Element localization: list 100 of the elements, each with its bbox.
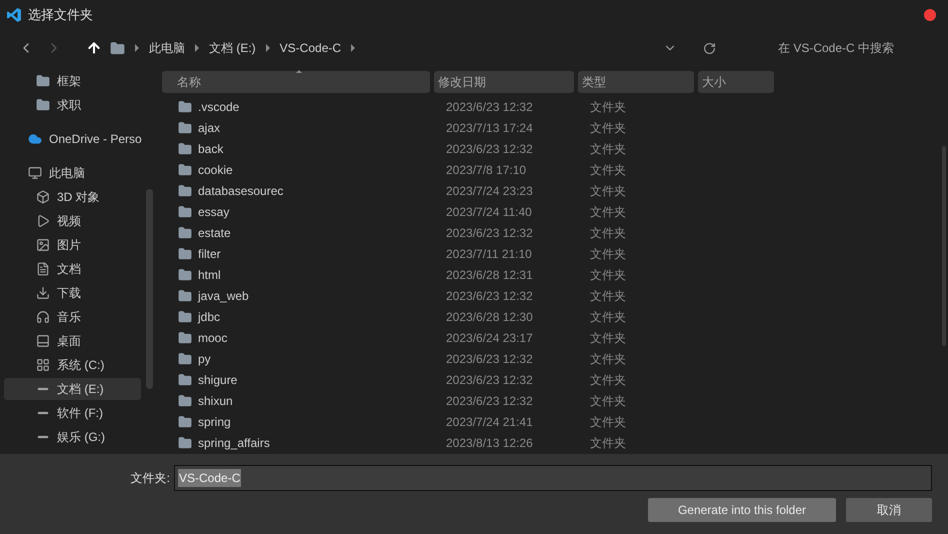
file-row[interactable]: databasesourec 2023/7/24 23:23 文件夹 (160, 180, 948, 201)
file-type: 文件夹 (590, 140, 626, 158)
folder-icon (178, 204, 192, 218)
file-name: essay (197, 204, 230, 220)
sidebar-item[interactable]: 图片 (4, 234, 141, 256)
sidebar-item[interactable]: 下载 (4, 282, 141, 304)
sidebar-item[interactable]: 软件 (F:) (4, 402, 141, 424)
file-type: 文件夹 (590, 182, 626, 200)
cloud-icon (28, 132, 42, 146)
column-header[interactable]: 类型 (578, 71, 694, 93)
search-field[interactable]: 在 VS-Code-C 中搜索 (778, 39, 948, 57)
sidebar-label: 视频 (57, 213, 81, 230)
scrollbar-thumb[interactable] (146, 189, 153, 389)
file-name: html (197, 266, 222, 284)
folder-icon (178, 372, 192, 386)
folder-icon (178, 100, 192, 114)
sidebar-item[interactable]: 文档 (E:) (4, 378, 141, 400)
file-type: 文件夹 (590, 246, 626, 262)
file-name: jdbc (196, 308, 222, 326)
sidebar-item[interactable]: 娱乐 (G:) (4, 426, 141, 448)
folder-icon (36, 74, 50, 88)
sidebar-label: 桌面 (57, 333, 81, 350)
file-row[interactable]: cookie 2023/7/8 17:10 文件夹 (160, 159, 948, 180)
file-name: back (197, 140, 224, 158)
sidebar-item[interactable]: 框架 (4, 70, 141, 92)
file-row[interactable]: java_web 2023/6/23 12:32 文件夹 (160, 285, 948, 306)
sidebar-label: 文档 (57, 261, 81, 278)
folder-input-field[interactable]: VS-Code-C (174, 465, 932, 491)
sidebar-item[interactable]: 文档 (4, 258, 141, 280)
file-row[interactable]: jdbc 2023/6/28 12:30 文件夹 (160, 306, 948, 327)
up-icon[interactable] (86, 40, 102, 56)
modified-date: 2023/6/23 12:32 (446, 224, 534, 242)
close-button[interactable] (924, 9, 936, 21)
sidebar-label: OneDrive - Perso (49, 131, 142, 148)
sidebar-item[interactable]: 此电脑 (4, 162, 141, 184)
image-icon (36, 238, 50, 252)
column-header[interactable]: 大小 (698, 71, 774, 93)
modified-date: 2023/6/23 12:32 (446, 392, 534, 410)
modified-date: 2023/7/24 23:23 (446, 182, 534, 200)
file-row[interactable]: spring_affairs 2023/8/13 12:26 文件夹 (160, 432, 948, 453)
sidebar-item[interactable]: 音乐 (4, 306, 141, 328)
sidebar-item[interactable]: OneDrive - Perso (4, 128, 141, 150)
file-name: shixun (197, 392, 234, 410)
file-type: 文件夹 (590, 288, 626, 304)
download-icon (36, 286, 50, 300)
monitor-icon (28, 166, 42, 180)
folder-icon (36, 98, 50, 112)
file-type: 文件夹 (590, 162, 626, 178)
folder-icon (178, 184, 192, 198)
file-name: spring_affairs (197, 434, 271, 452)
file-row[interactable]: py 2023/6/23 12:32 文件夹 (160, 348, 948, 369)
input-value: VS-Code-C (178, 469, 242, 487)
file-row[interactable]: html 2023/6/28 12:31 文件夹 (160, 264, 948, 285)
file-name: estate (197, 224, 232, 242)
sidebar-item[interactable]: 桌面 (4, 330, 141, 352)
file-row[interactable]: shixun 2023/6/23 12:32 文件夹 (160, 390, 948, 411)
column-header[interactable]: 修改日期 (434, 71, 574, 93)
file-type: 文件夹 (590, 204, 626, 220)
sidebar-item[interactable]: 求职 (4, 94, 141, 116)
modified-date: 2023/7/11 21:10 (446, 246, 533, 262)
folder-icon (178, 394, 192, 408)
breadcrumb-item[interactable]: 此电脑 (149, 39, 185, 57)
modified-date: 2023/6/23 12:32 (446, 350, 534, 368)
play-icon (36, 214, 50, 228)
file-type: 文件夹 (590, 330, 626, 346)
file-row[interactable]: essay 2023/7/24 11:40 文件夹 (160, 201, 948, 222)
file-type: 文件夹 (590, 392, 626, 410)
sidebar-label: 3D 对象 (57, 189, 100, 206)
file-row[interactable]: mooc 2023/6/24 23:17 文件夹 (160, 327, 948, 348)
folder-icon (178, 120, 192, 134)
sidebar-label: 此电脑 (49, 165, 85, 182)
folder-icon (178, 226, 192, 240)
file-row[interactable]: .vscode 2023/6/23 12:32 文件夹 (160, 96, 948, 117)
file-row[interactable]: ajax 2023/7/13 17:24 文件夹 (160, 117, 948, 138)
file-name: filter (197, 246, 222, 262)
file-row[interactable]: estate 2023/6/23 12:32 文件夹 (160, 222, 948, 243)
file-row[interactable]: filter 2023/7/11 21:10 文件夹 (160, 243, 948, 264)
sidebar-item[interactable]: 系统 (C:) (4, 354, 141, 376)
modified-date: 2023/6/23 12:32 (446, 98, 534, 116)
app-logo-icon (6, 7, 22, 23)
breadcrumb-item[interactable]: VS-Code-C (280, 39, 342, 57)
modified-date: 2023/8/13 12:26 (446, 434, 534, 452)
file-row[interactable]: back 2023/6/23 12:32 文件夹 (160, 138, 948, 159)
sidebar-label: 音乐 (57, 309, 81, 326)
refresh-icon[interactable] (703, 42, 716, 54)
cancel-button[interactable]: 取消 (846, 498, 932, 522)
chevron-icon (266, 44, 270, 52)
sidebar-label: 系统 (C:) (57, 357, 104, 374)
generate-button[interactable]: Generate into this folder (648, 498, 836, 522)
column-header[interactable]: 名称 (162, 71, 430, 93)
breadcrumb-item[interactable]: 文档 (E:) (209, 39, 256, 57)
sidebar-item[interactable]: 视频 (4, 210, 141, 232)
sidebar-label: 求职 (57, 97, 81, 114)
sidebar-item[interactable]: 3D 对象 (4, 186, 141, 208)
folder-icon (110, 40, 125, 56)
file-row[interactable]: spring 2023/7/24 21:41 文件夹 (160, 411, 948, 432)
file-name: ajax (197, 120, 222, 136)
modified-date: 2023/6/23 12:32 (446, 140, 534, 158)
file-row[interactable]: shigure 2023/6/23 12:32 文件夹 (160, 369, 948, 390)
modified-date: 2023/7/8 17:10 (446, 162, 528, 178)
